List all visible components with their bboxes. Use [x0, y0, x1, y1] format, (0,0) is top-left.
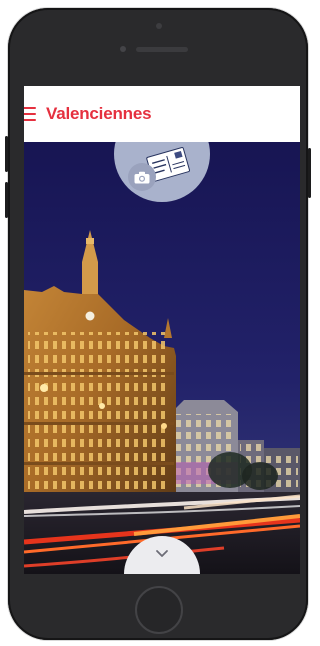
power-button	[308, 148, 311, 198]
proximity-sensor	[156, 23, 162, 29]
camera-icon	[134, 171, 150, 183]
volume-down-button	[5, 182, 8, 218]
front-camera	[120, 46, 126, 52]
chevron-down-icon	[156, 550, 168, 557]
hamburger-menu-icon[interactable]	[24, 107, 36, 121]
hero-photo	[24, 142, 300, 574]
camera-button[interactable]	[128, 163, 156, 191]
app-header: Valenciennes	[24, 86, 300, 142]
earpiece-speaker	[136, 47, 188, 52]
page-title: Valenciennes	[46, 104, 152, 123]
phone-screen: Valenciennes	[24, 86, 300, 574]
home-button[interactable]	[135, 586, 183, 634]
volume-up-button	[5, 136, 8, 172]
